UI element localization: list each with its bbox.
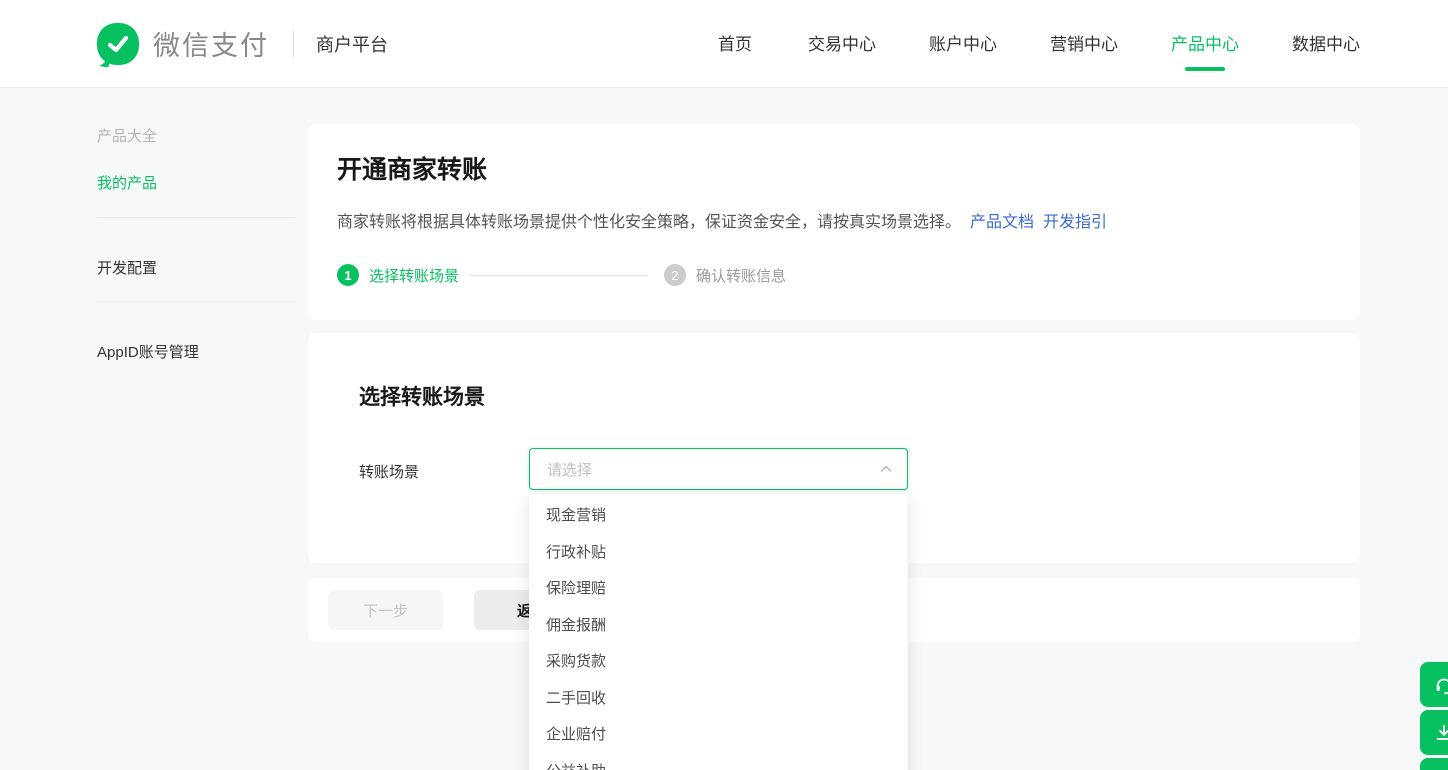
- dropdown-option-admin-subsidy[interactable]: 行政补贴: [529, 535, 908, 572]
- nav-item-product-center[interactable]: 产品中心: [1171, 30, 1239, 71]
- download-button[interactable]: [1420, 710, 1448, 755]
- step-1-circle: 1: [337, 264, 359, 286]
- sidebar-item-appid-management[interactable]: AppID账号管理: [97, 341, 199, 362]
- steps-indicator: 1 选择转账场景 2 确认转账信息: [337, 264, 1331, 286]
- brand-divider: [293, 31, 294, 57]
- sidebar-item-product-catalog[interactable]: 产品大全: [97, 125, 157, 146]
- step-connector-line: [469, 275, 648, 276]
- top-nav: 首页 交易中心 账户中心 营销中心 产品中心 数据中心: [715, 16, 1360, 71]
- step-1: 1 选择转账场景: [337, 264, 459, 286]
- customer-service-button[interactable]: [1420, 662, 1448, 707]
- sidebar-item-dev-config[interactable]: 开发配置: [97, 257, 157, 278]
- page-title: 开通商家转账: [337, 150, 1331, 186]
- headset-icon: [1433, 674, 1448, 696]
- step-2-label: 确认转账信息: [696, 265, 786, 286]
- nav-item-data-center[interactable]: 数据中心: [1292, 30, 1360, 71]
- survey-feedback-button[interactable]: [1420, 758, 1448, 770]
- select-placeholder: 请选择: [547, 459, 879, 480]
- intro-description-row: 商家转账将根据具体转账场景提供个性化安全策略，保证资金安全，请按真实场景选择。产…: [337, 208, 1331, 232]
- brand[interactable]: 微信支付 商户平台: [97, 23, 388, 65]
- chevron-up-icon: [879, 462, 893, 476]
- transfer-scene-label: 转账场景: [359, 461, 419, 482]
- step-1-label: 选择转账场景: [369, 265, 459, 286]
- dropdown-option-welfare-subsidy[interactable]: 公益补助: [529, 754, 908, 770]
- top-header: 微信支付 商户平台 首页 交易中心 账户中心 营销中心 产品中心 数据中心: [0, 0, 1448, 88]
- sidebar-divider: [97, 217, 295, 218]
- intro-description: 商家转账将根据具体转账场景提供个性化安全策略，保证资金安全，请按真实场景选择。: [337, 214, 961, 231]
- sidebar-item-my-products[interactable]: 我的产品: [97, 172, 157, 193]
- transfer-scene-select[interactable]: 请选择: [529, 448, 908, 490]
- floating-action-rail: [1420, 662, 1448, 770]
- step-2: 2 确认转账信息: [664, 264, 786, 286]
- nav-item-home[interactable]: 首页: [715, 30, 755, 71]
- dropdown-option-procurement[interactable]: 采购货款: [529, 644, 908, 681]
- next-step-button[interactable]: 下一步: [328, 590, 443, 630]
- form-title: 选择转账场景: [359, 381, 1309, 411]
- nav-item-trade-center[interactable]: 交易中心: [808, 30, 876, 71]
- download-icon: [1433, 722, 1448, 744]
- dropdown-option-enterprise-compensation[interactable]: 企业赔付: [529, 717, 908, 754]
- nav-item-marketing-center[interactable]: 营销中心: [1050, 30, 1118, 71]
- portal-label: 商户平台: [316, 31, 388, 57]
- product-doc-link[interactable]: 产品文档: [970, 214, 1034, 231]
- active-nav-underline: [1185, 67, 1225, 71]
- dropdown-option-commission[interactable]: 佣金报酬: [529, 608, 908, 645]
- dropdown-option-cash-marketing[interactable]: 现金营销: [529, 498, 908, 535]
- dropdown-option-insurance-claim[interactable]: 保险理赔: [529, 571, 908, 608]
- sidebar-divider: [97, 301, 295, 302]
- transfer-scene-dropdown: 现金营销 行政补贴 保险理赔 佣金报酬 采购货款 二手回收 企业赔付 公益补助: [529, 494, 908, 770]
- nav-item-account-center[interactable]: 账户中心: [929, 30, 997, 71]
- step-2-circle: 2: [664, 264, 686, 286]
- dropdown-option-secondhand[interactable]: 二手回收: [529, 681, 908, 718]
- wechat-pay-logo-icon: [97, 23, 139, 65]
- logo-text: 微信支付: [153, 24, 269, 63]
- intro-card: 开通商家转账 商家转账将根据具体转账场景提供个性化安全策略，保证资金安全，请按真…: [308, 124, 1360, 320]
- dev-guide-link[interactable]: 开发指引: [1043, 214, 1107, 231]
